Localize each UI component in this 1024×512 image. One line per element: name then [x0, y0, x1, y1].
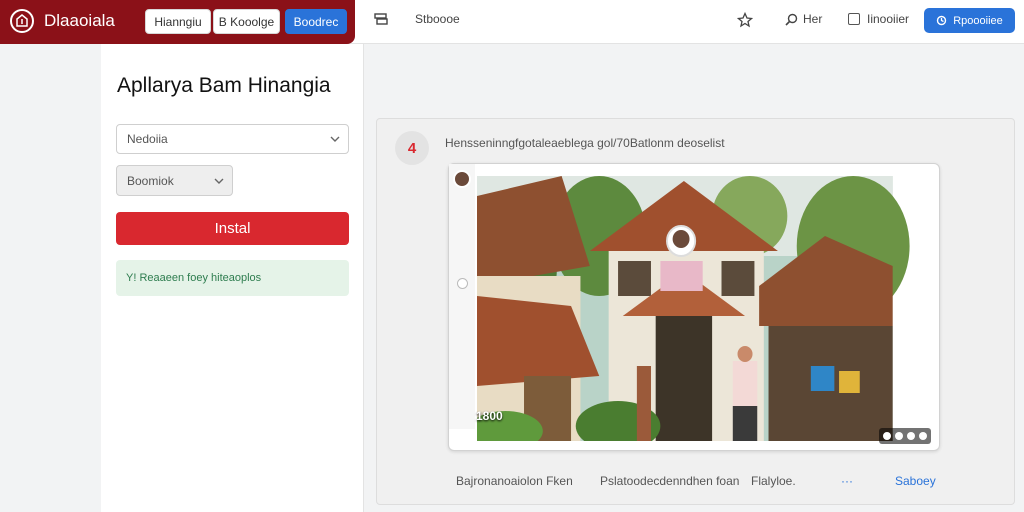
- option-label: Iinooiier: [867, 12, 910, 26]
- brand-area: Dlaaoiala Hianngiu B Kooolge Boodrec: [0, 0, 355, 44]
- chevron-down-icon: [214, 178, 224, 184]
- thumbnail-strip: [449, 164, 475, 429]
- control-dot[interactable]: [895, 432, 903, 440]
- toggle-option[interactable]: Iinooiier: [848, 12, 909, 26]
- post-text: Hensseninngfgotaleaeblega gol/70Batlonm …: [445, 136, 725, 150]
- sync-icon: [937, 15, 947, 26]
- battery-icon: [911, 170, 929, 179]
- primary-select[interactable]: Nedoiia: [116, 124, 349, 154]
- image-status-icons: [891, 170, 929, 179]
- footer-link[interactable]: Saboey: [895, 474, 936, 488]
- primary-action-label: Rpoooiiee: [953, 14, 1003, 27]
- toolbar-tool-1[interactable]: [374, 12, 388, 26]
- tab-third[interactable]: Boodrec: [285, 9, 347, 34]
- star-button[interactable]: [737, 12, 753, 28]
- chevron-down-icon: [330, 136, 340, 142]
- star-icon: [737, 12, 753, 28]
- post-card: 4 Hensseninngfgotaleaeblega gol/70Batlon…: [376, 118, 1015, 505]
- indicator-icon: [891, 170, 897, 176]
- footer-item-3[interactable]: Flalyloe.: [751, 474, 796, 488]
- top-bar: Dlaaoiala Hianngiu B Kooolge Boodrec Stb…: [0, 0, 1024, 44]
- image-controls: [879, 428, 931, 444]
- panel-title: Apllarya Bam Hinangia: [117, 74, 331, 97]
- primary-action-button[interactable]: Rpoooiiee: [924, 8, 1015, 33]
- footer-item-1[interactable]: Bajronanoaiolon Fken: [456, 474, 573, 488]
- control-dot[interactable]: [883, 432, 891, 440]
- post-avatar-badge[interactable]: 4: [395, 131, 429, 165]
- thumbnail-avatar[interactable]: [453, 170, 471, 188]
- search-tool-label: Her: [803, 12, 823, 26]
- tab-second[interactable]: B Kooolge: [213, 9, 280, 34]
- search-icon: [785, 13, 798, 26]
- option-checkbox[interactable]: [848, 13, 860, 25]
- indicator-icon: [901, 170, 907, 176]
- next-image-button[interactable]: ›: [921, 272, 929, 300]
- left-panel: Apllarya Bam Hinangia Nedoiia Boomiok In…: [101, 44, 364, 512]
- secondary-select[interactable]: Boomiok: [116, 165, 233, 196]
- brand-name: Dlaaoiala: [44, 11, 115, 30]
- primary-select-value: Nedoiia: [127, 132, 168, 146]
- thumbnail-dot[interactable]: [457, 278, 468, 289]
- image-viewer[interactable]: 1800 ›: [448, 163, 940, 451]
- brand-logo-icon[interactable]: [10, 9, 34, 33]
- status-message: Y! Reaaeen foey hiteaoplos: [116, 260, 349, 296]
- search-tool[interactable]: Her: [785, 12, 822, 26]
- control-dot[interactable]: [907, 432, 915, 440]
- image-counter-label: 1800: [476, 409, 503, 423]
- house-photo: [477, 176, 910, 441]
- stack-icon: [374, 13, 388, 25]
- toolbar-tool-1-label[interactable]: Stboooe: [415, 12, 460, 26]
- tab-first[interactable]: Hianngiu: [145, 9, 211, 34]
- secondary-select-value: Boomiok: [127, 173, 174, 188]
- control-dot[interactable]: [919, 432, 927, 440]
- footer-item-2[interactable]: Pslatoodecdenndhen foan: [600, 474, 739, 488]
- more-options-button[interactable]: ···: [841, 474, 853, 488]
- install-button[interactable]: Instal: [116, 212, 349, 245]
